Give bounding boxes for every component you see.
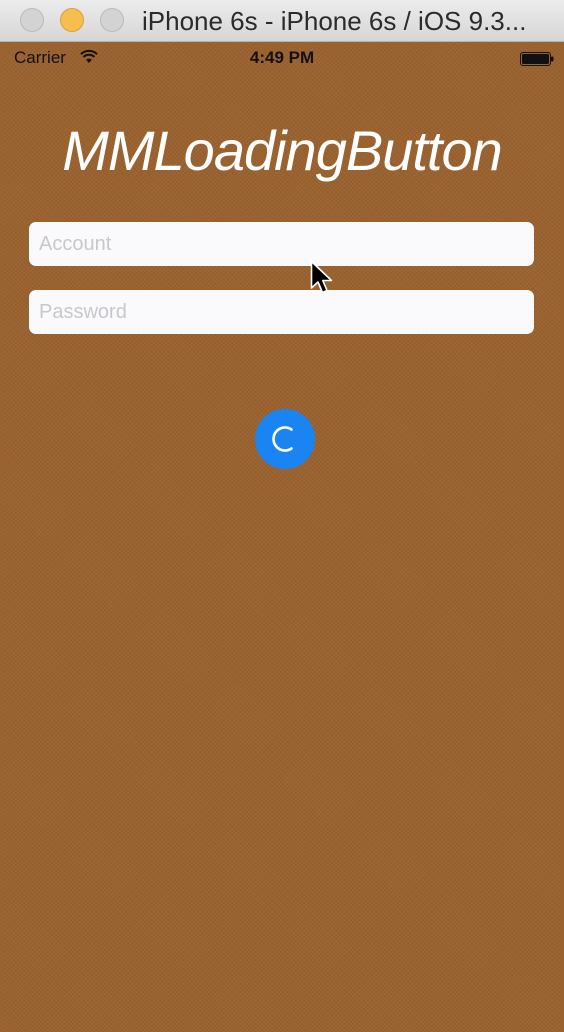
simulator-window: iPhone 6s - iPhone 6s / iOS 9.3... Carri… <box>0 0 564 1032</box>
device-screen: Carrier 4:49 PM MMLoadingButton <box>4 43 560 1032</box>
window-title: iPhone 6s - iPhone 6s / iOS 9.3... <box>142 6 527 36</box>
app-title: MMLoadingButton <box>62 119 503 182</box>
battery-icon <box>520 52 554 66</box>
cursor-icon <box>310 260 333 294</box>
status-bar: Carrier 4:49 PM <box>4 43 560 73</box>
spinner-icon <box>272 426 293 452</box>
minimize-window-button[interactable] <box>60 8 84 32</box>
close-window-button[interactable] <box>20 8 44 32</box>
status-time: 4:49 PM <box>249 48 315 67</box>
zoom-window-button[interactable] <box>100 8 124 32</box>
account-input[interactable] <box>29 222 534 266</box>
window-titlebar: iPhone 6s - iPhone 6s / iOS 9.3... <box>0 0 564 42</box>
password-input[interactable] <box>29 290 534 334</box>
loading-button[interactable] <box>255 409 315 469</box>
